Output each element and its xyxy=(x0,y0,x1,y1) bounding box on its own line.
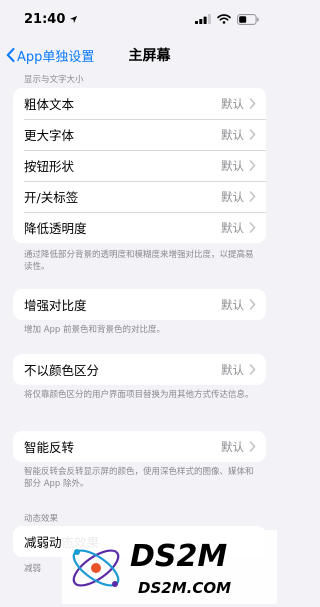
watermark-brand: DS2M xyxy=(130,539,227,574)
row-larger-text[interactable]: 更大字体 默认 xyxy=(13,119,266,150)
chevron-right-icon xyxy=(249,299,256,310)
row-value: 默认 xyxy=(221,362,244,377)
status-icons xyxy=(195,13,259,25)
row-value: 默认 xyxy=(221,220,244,235)
watermark-logo: DS2M DS2M.COM xyxy=(62,530,277,604)
section-header-display-text: 显示与文字大小 xyxy=(24,75,84,85)
row-smart-invert[interactable]: 智能反转 默认 xyxy=(13,431,266,462)
footnote-smart-invert: 智能反转会反转显示屏的颜色，使用深色样式的图像、媒体和部分 App 除外。 xyxy=(24,467,254,489)
row-label: 降低透明度 xyxy=(24,221,87,236)
location-arrow-icon xyxy=(70,15,78,23)
wifi-icon xyxy=(217,14,231,24)
row-label: 粗体文本 xyxy=(24,97,75,112)
contrast-group: 增强对比度 默认 xyxy=(13,289,266,320)
row-value: 默认 xyxy=(221,189,244,204)
status-bar: 21:40 xyxy=(0,0,281,38)
chevron-right-icon xyxy=(249,222,256,233)
back-button[interactable]: App单独设置 xyxy=(6,38,94,72)
differentiate-group: 不以颜色区分 默认 xyxy=(13,354,266,385)
navigation-bar: App单独设置 主屏幕 xyxy=(0,38,281,72)
display-text-group: 粗体文本 默认 更大字体 默认 按钮形状 默认 开/关标签 默认 降低透明度 默… xyxy=(13,88,266,243)
chevron-right-icon xyxy=(249,441,256,452)
row-label: 智能反转 xyxy=(24,440,75,455)
footnote-increase-contrast: 增加 App 前景色和背景色的对比度。 xyxy=(24,325,166,335)
status-time: 21:40 xyxy=(24,12,78,27)
row-value: 默认 xyxy=(221,127,244,142)
row-differentiate-without-color[interactable]: 不以颜色区分 默认 xyxy=(13,354,266,385)
row-reduce-transparency[interactable]: 降低透明度 默认 xyxy=(13,212,266,243)
row-bold-text[interactable]: 粗体文本 默认 xyxy=(13,88,266,119)
chevron-left-icon xyxy=(6,48,15,62)
footnote-reduce-transparency: 通过降低部分背景的透明度和模糊度来增强对比度，以提高易读性。 xyxy=(24,250,254,272)
footnote-differentiate-without-color: 将仅靠颜色区分的用户界面项目替换为用其他方式传达信息。 xyxy=(24,390,254,400)
chevron-right-icon xyxy=(249,364,256,375)
cellular-signal-icon xyxy=(195,14,211,24)
row-label: 更大字体 xyxy=(24,128,75,143)
row-button-shapes[interactable]: 按钮形状 默认 xyxy=(13,150,266,181)
row-label: 增强对比度 xyxy=(24,298,87,313)
chevron-right-icon xyxy=(249,129,256,140)
row-value: 默认 xyxy=(221,439,244,454)
section-header-motion: 动态效果 xyxy=(24,514,59,524)
chevron-right-icon xyxy=(249,191,256,202)
row-value: 默认 xyxy=(221,297,244,312)
invert-group: 智能反转 默认 xyxy=(13,431,266,462)
row-value: 默认 xyxy=(221,96,244,111)
row-label: 按钮形状 xyxy=(24,159,75,174)
row-value: 默认 xyxy=(221,158,244,173)
row-on-off-labels[interactable]: 开/关标签 默认 xyxy=(13,181,266,212)
status-time-text: 21:40 xyxy=(24,11,66,27)
row-label: 开/关标签 xyxy=(24,190,79,205)
row-label: 不以颜色区分 xyxy=(24,363,100,378)
chevron-right-icon xyxy=(249,160,256,171)
row-increase-contrast[interactable]: 增强对比度 默认 xyxy=(13,289,266,320)
battery-icon xyxy=(237,13,259,25)
watermark-domain: DS2M.COM xyxy=(138,579,231,597)
back-button-label: App单独设置 xyxy=(17,49,95,65)
chevron-right-icon xyxy=(249,98,256,109)
